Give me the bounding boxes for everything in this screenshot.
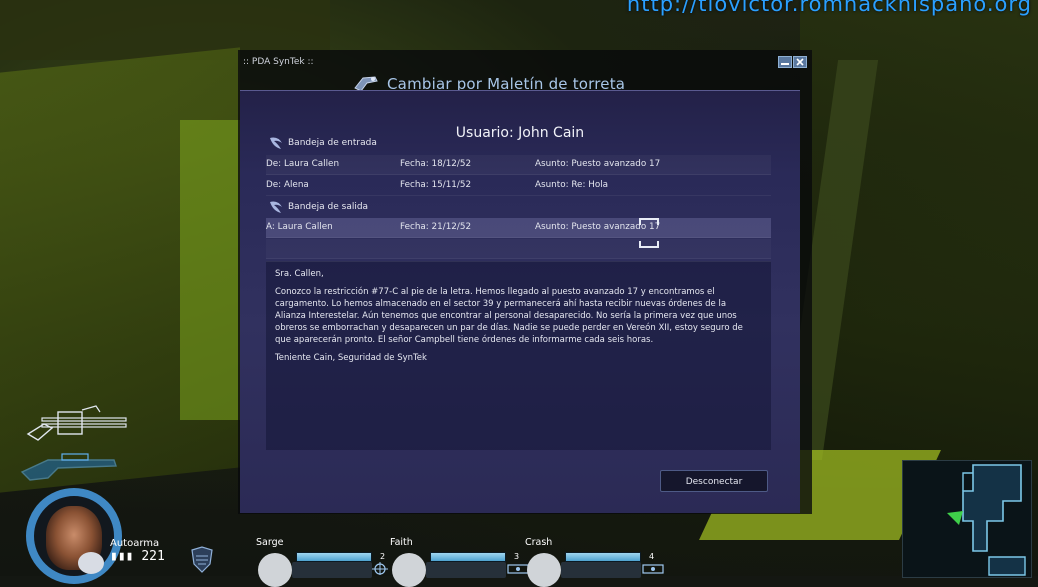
ammo-count-value: 221 [141,549,165,564]
message-date: Fecha: 21/12/52 [400,222,472,232]
ammo-type-icon [78,552,104,574]
watermark-url: http://tiovictor.romhackhispano.org [626,0,1032,16]
message-date: Fecha: 15/11/52 [400,180,472,190]
inbox-message-row[interactable]: De: Alena Fecha: 15/11/52 Asunto: Re: Ho… [266,176,771,196]
squad-member-name: Faith [390,537,413,548]
squad-member-portrait [392,553,426,587]
close-icon [796,58,804,66]
squad-member-health-bar [430,552,506,562]
message-signature: Teniente Cain, Seguridad de SynTek [275,353,427,363]
current-weapon-name: Autoarma [110,538,160,549]
minigun-weapon-icon[interactable] [22,404,132,444]
squad-member-health-bar [565,552,641,562]
outbox-folder[interactable]: Bandeja de salida [268,199,368,215]
squad-member-count: 2 [380,552,386,561]
message-date: Fecha: 18/12/52 [400,159,472,169]
pda-window-title: :: PDA SynTek :: [243,57,314,67]
message-body: Sra. Callen, Conozco la restricción #77-… [266,261,771,450]
message-recipient: A: Laura Callen [266,222,333,232]
inbox-message-row[interactable]: De: Laura Callen Fecha: 18/12/52 Asunto:… [266,155,771,175]
squad-member-name: Sarge [256,537,284,548]
environment-pillar [180,120,240,420]
inbox-folder-icon [270,137,282,149]
inbox-label: Bandeja de entrada [288,138,377,148]
message-paragraph: Conozco la restricción #77-C al pie de l… [275,287,743,345]
player-marker-icon [947,511,963,525]
empty-message-row [266,239,771,259]
rifle-weapon-icon[interactable] [18,446,122,484]
minimap[interactable] [902,460,1032,578]
message-body-text: Sra. Callen, Conozco la restricción #77-… [275,268,759,370]
disconnect-button[interactable]: Desconectar [660,470,768,492]
inbox-folder[interactable]: Bandeja de entrada [268,135,377,151]
ammo-clip-icon: ▮▮▮ [110,549,142,564]
squad-badge-icon [191,546,213,573]
message-salutation: Sra. Callen, [275,269,324,279]
squad-member-count: 3 [514,552,520,561]
squad-member-name: Crash [525,537,553,548]
message-sender: De: Alena [266,180,309,190]
squad-member-portrait [527,553,561,587]
ammo-count: ▮▮▮ 221 [110,549,165,564]
message-subject: Asunto: Puesto avanzado 17 [535,159,661,169]
outbox-label: Bandeja de salida [288,202,369,212]
outbox-message-row-selected[interactable]: A: Laura Callen Fecha: 21/12/52 Asunto: … [266,218,771,238]
outbox-folder-icon [270,201,282,213]
squad-member-health-bar [296,552,372,562]
message-subject: Asunto: Re: Hola [535,180,609,190]
cursor-reticle-icon [639,218,659,248]
minimize-icon [781,63,789,65]
pda-mail-panel: Usuario: John Cain Bandeja de entrada De… [240,90,800,513]
squad-member-count: 4 [649,552,655,561]
minimize-button[interactable] [778,56,792,68]
battery-icon [642,564,664,574]
close-button[interactable] [793,56,807,68]
minimap-layout [947,464,1026,576]
message-sender: De: Laura Callen [266,159,340,169]
squad-member-portrait [258,553,292,587]
